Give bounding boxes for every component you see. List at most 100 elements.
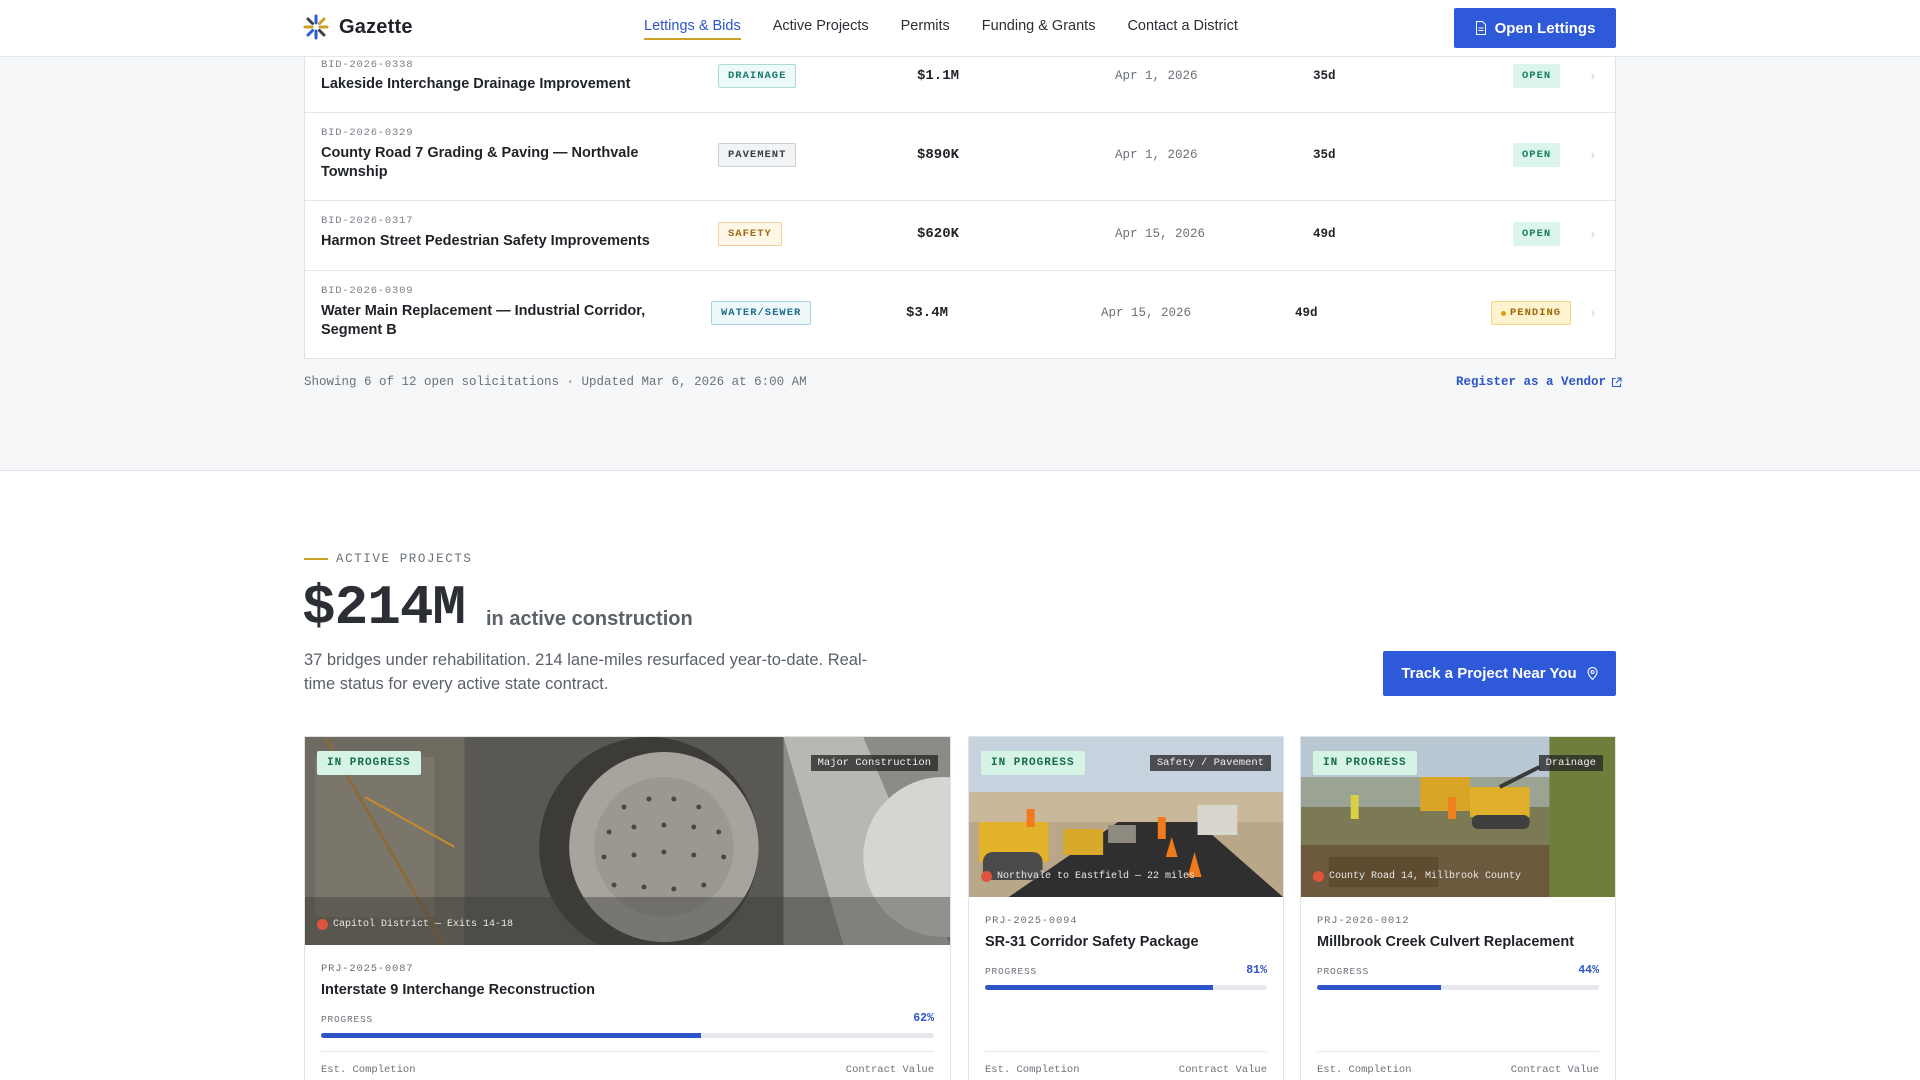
bid-id: BID-2026-0317 xyxy=(321,215,414,227)
location-pin-icon xyxy=(1313,871,1324,882)
register-vendor-label: Register as a Vendor xyxy=(1456,375,1607,389)
bid-id: BID-2026-0329 xyxy=(321,127,414,139)
chevron-right-icon: › xyxy=(1590,226,1595,241)
contract-value-label: Contract Value xyxy=(1178,1064,1267,1076)
eyebrow-rule xyxy=(304,558,328,560)
project-location: County Road 14, Millbrook County xyxy=(1313,871,1521,882)
bid-value: $1.1M xyxy=(917,68,960,84)
status-badge: IN PROGRESS xyxy=(981,751,1085,775)
category-badge: WATER/SEWER xyxy=(711,301,812,325)
project-id: PRJ-2026-0012 xyxy=(1317,915,1410,927)
bid-due-date: Apr 1, 2026 xyxy=(1115,148,1198,162)
card-divider xyxy=(985,1051,1267,1052)
progress-fill xyxy=(321,1033,702,1038)
est-completion-label: Est. Completion xyxy=(1317,1064,1412,1076)
chevron-right-icon: › xyxy=(1590,68,1595,83)
track-project-button[interactable]: Track a Project Near You xyxy=(1383,651,1616,696)
contract-value-label: Contract Value xyxy=(845,1064,934,1076)
project-id: PRJ-2025-0087 xyxy=(321,963,414,975)
table-footer-status: Showing 6 of 12 open solicitations · Upd… xyxy=(304,375,807,389)
main-nav: Lettings & Bids Active Projects Permits … xyxy=(644,18,1238,40)
location-pin-icon xyxy=(317,919,328,930)
bid-title: Harmon Street Pedestrian Safety Improvem… xyxy=(321,233,650,249)
project-id: PRJ-2025-0094 xyxy=(985,915,1078,927)
progress-label: PROGRESS xyxy=(321,1014,374,1025)
category-badge: DRAINAGE xyxy=(718,64,797,88)
location-pin-icon xyxy=(981,871,992,882)
status-badge: OPEN xyxy=(1513,143,1561,167)
register-vendor-link[interactable]: Register as a Vendor xyxy=(1456,375,1622,389)
progress-fill xyxy=(1317,985,1442,990)
bid-days-left: 35d xyxy=(1313,69,1336,83)
track-project-label: Track a Project Near You xyxy=(1401,665,1577,682)
bids-table: BID-2026-0338 Lakeside Interchange Drain… xyxy=(304,57,1616,359)
document-icon xyxy=(1475,21,1486,35)
brand-name: Gazette xyxy=(339,15,413,38)
bid-row[interactable]: BID-2026-0317 Harmon Street Pedestrian S… xyxy=(305,201,1615,271)
project-card[interactable]: IN PROGRESS Major Construction Capitol D… xyxy=(304,736,951,1080)
project-card[interactable]: IN PROGRESS Safety / Pavement Northvale … xyxy=(968,736,1284,1080)
nav-funding-grants[interactable]: Funding & Grants xyxy=(982,18,1096,40)
project-location-label: Capitol District — Exits 14-18 xyxy=(333,919,514,930)
hero-value: $214M xyxy=(302,576,466,640)
nav-permits[interactable]: Permits xyxy=(901,18,950,40)
bid-row[interactable]: BID-2026-0338 Lakeside Interchange Drain… xyxy=(305,57,1615,113)
project-type-tag: Drainage xyxy=(1538,755,1603,771)
nav-lettings-bids[interactable]: Lettings & Bids xyxy=(644,18,741,40)
bid-id: BID-2026-0309 xyxy=(321,285,414,297)
project-card[interactable]: IN PROGRESS Drainage County Road 14, Mil… xyxy=(1300,736,1616,1080)
open-lettings-label: Open Lettings xyxy=(1494,19,1596,37)
bid-title: County Road 7 Grading & Paving — Northva… xyxy=(321,145,639,180)
bid-due-date: Apr 1, 2026 xyxy=(1115,69,1198,83)
card-divider xyxy=(1317,1051,1599,1052)
project-location: Northvale to Eastfield — 22 miles xyxy=(981,871,1195,882)
project-photo: IN PROGRESS Major Construction Capitol D… xyxy=(305,737,950,945)
open-lettings-button[interactable]: Open Lettings xyxy=(1454,8,1616,48)
bid-due-date: Apr 15, 2026 xyxy=(1115,227,1206,241)
project-location: Capitol District — Exits 14-18 xyxy=(317,919,513,930)
external-link-icon xyxy=(1611,376,1622,387)
project-location-label: County Road 14, Millbrook County xyxy=(1329,871,1522,882)
brand-logo[interactable]: Gazette xyxy=(303,14,413,40)
contract-value-label: Contract Value xyxy=(1510,1064,1599,1076)
chevron-right-icon: › xyxy=(1590,305,1595,320)
bid-title: Water Main Replacement — Industrial Corr… xyxy=(321,303,646,338)
nav-contact-district[interactable]: Contact a District xyxy=(1127,18,1237,40)
bids-section: BID-2026-0338 Lakeside Interchange Drain… xyxy=(0,57,1920,471)
progress-bar xyxy=(985,985,1267,990)
progress-percent: 81% xyxy=(1246,964,1267,977)
est-completion-label: Est. Completion xyxy=(985,1064,1080,1076)
progress-percent: 62% xyxy=(913,1012,934,1025)
progress-bar xyxy=(321,1033,934,1038)
category-badge: PAVEMENT xyxy=(718,143,797,167)
progress-percent: 44% xyxy=(1578,964,1599,977)
bid-days-left: 35d xyxy=(1313,148,1336,162)
est-completion-label: Est. Completion xyxy=(321,1064,416,1076)
category-badge: SAFETY xyxy=(718,222,782,246)
status-badge: IN PROGRESS xyxy=(1313,751,1417,775)
status-badge: OPEN xyxy=(1513,64,1561,88)
project-title: SR-31 Corridor Safety Package xyxy=(985,934,1199,950)
bid-value: $620K xyxy=(917,226,960,242)
hero-description: 37 bridges under rehabilitation. 214 lan… xyxy=(304,651,868,693)
progress-label: PROGRESS xyxy=(1317,966,1370,977)
project-location-label: Northvale to Eastfield — 22 miles xyxy=(997,871,1196,882)
project-photo: IN PROGRESS Safety / Pavement Northvale … xyxy=(969,737,1283,897)
hero-suffix: in active construction xyxy=(486,608,693,630)
eyebrow-label: ACTIVE PROJECTS xyxy=(336,552,473,566)
bid-days-left: 49d xyxy=(1313,227,1336,241)
progress-fill xyxy=(985,985,1214,990)
project-title: Interstate 9 Interchange Reconstruction xyxy=(321,982,595,998)
bid-id: BID-2026-0338 xyxy=(321,59,414,71)
project-type-tag: Safety / Pavement xyxy=(1149,755,1271,771)
pending-dot-icon xyxy=(1501,310,1506,316)
status-badge: IN PROGRESS xyxy=(317,751,421,775)
bid-due-date: Apr 15, 2026 xyxy=(1101,306,1192,320)
bid-value: $3.4M xyxy=(906,305,949,321)
project-type-tag: Major Construction xyxy=(810,755,938,771)
bid-row[interactable]: BID-2026-0309 Water Main Replacement — I… xyxy=(305,271,1615,359)
nav-active-projects[interactable]: Active Projects xyxy=(773,18,869,40)
bid-title: Lakeside Interchange Drainage Improvemen… xyxy=(321,76,631,92)
bid-row[interactable]: BID-2026-0329 County Road 7 Grading & Pa… xyxy=(305,113,1615,201)
chevron-right-icon: › xyxy=(1590,147,1595,162)
